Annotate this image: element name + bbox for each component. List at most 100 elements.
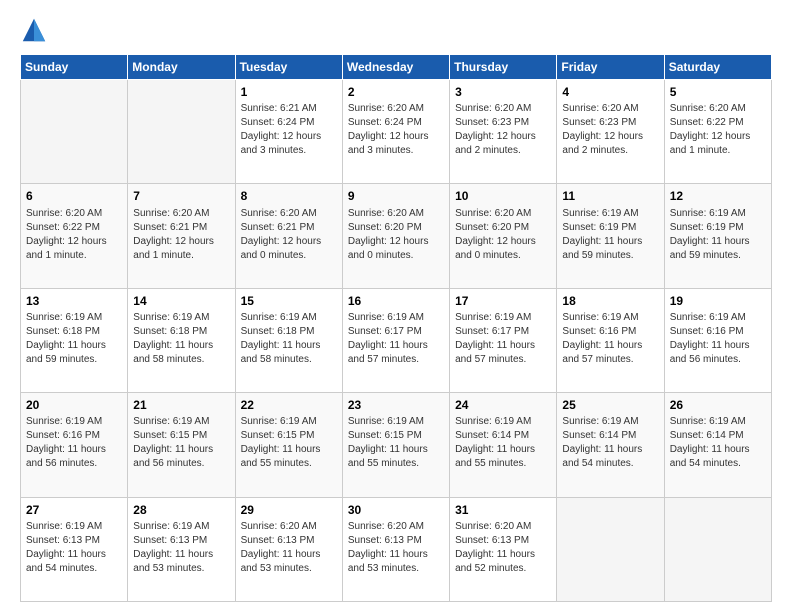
day-number: 6: [26, 188, 122, 204]
calendar-cell: 16 Sunrise: 6:19 AM Sunset: 6:17 PM Dayli…: [342, 288, 449, 392]
day-number: 30: [348, 502, 444, 518]
day-info: Sunrise: 6:20 AM Sunset: 6:13 PM Dayligh…: [455, 520, 551, 576]
calendar-cell: 12 Sunrise: 6:19 AM Sunset: 6:19 PM Dayli…: [664, 184, 771, 288]
calendar-cell: 24Sunrise: 6:19 AM Sunset: 6:14 PM Dayli…: [450, 393, 557, 497]
day-number: 15: [241, 293, 337, 309]
day-info: Sunrise: 6:19 AM Sunset: 6:18 PM Dayligh…: [26, 311, 122, 367]
weekday-header-tuesday: Tuesday: [235, 55, 342, 80]
day-number: 21: [133, 397, 229, 413]
calendar-cell: [557, 497, 664, 601]
calendar-cell: 17 Sunrise: 6:19 AM Sunset: 6:17 PM Dayli…: [450, 288, 557, 392]
calendar-cell: 10Sunrise: 6:20 AM Sunset: 6:20 PM Dayli…: [450, 184, 557, 288]
day-info: Sunrise: 6:21 AM Sunset: 6:24 PM Dayligh…: [241, 102, 337, 158]
weekday-header-saturday: Saturday: [664, 55, 771, 80]
calendar-cell: 28Sunrise: 6:19 AM Sunset: 6:13 PM Dayli…: [128, 497, 235, 601]
day-number: 12: [670, 188, 766, 204]
calendar-cell: [664, 497, 771, 601]
weekday-header-wednesday: Wednesday: [342, 55, 449, 80]
day-info: Sunrise: 6:19 AM Sunset: 6:18 PM Dayligh…: [241, 311, 337, 367]
day-info: Sunrise: 6:20 AM Sunset: 6:21 PM Dayligh…: [241, 207, 337, 263]
calendar-week-row: 6 Sunrise: 6:20 AM Sunset: 6:22 PM Daylig…: [21, 184, 772, 288]
weekday-header-friday: Friday: [557, 55, 664, 80]
day-number: 9: [348, 188, 444, 204]
calendar-cell: 4Sunrise: 6:20 AM Sunset: 6:23 PM Daylig…: [557, 80, 664, 184]
logo-icon: [20, 16, 48, 44]
day-number: 14: [133, 293, 229, 309]
day-number: 23: [348, 397, 444, 413]
weekday-header-thursday: Thursday: [450, 55, 557, 80]
day-info: Sunrise: 6:19 AM Sunset: 6:17 PM Dayligh…: [348, 311, 444, 367]
day-number: 5: [670, 84, 766, 100]
calendar-cell: 6 Sunrise: 6:20 AM Sunset: 6:22 PM Daylig…: [21, 184, 128, 288]
day-info: Sunrise: 6:20 AM Sunset: 6:22 PM Dayligh…: [26, 207, 122, 263]
day-number: 29: [241, 502, 337, 518]
day-info: Sunrise: 6:19 AM Sunset: 6:19 PM Dayligh…: [670, 207, 766, 263]
page: SundayMondayTuesdayWednesdayThursdayFrid…: [0, 0, 792, 612]
day-info: Sunrise: 6:19 AM Sunset: 6:17 PM Dayligh…: [455, 311, 551, 367]
calendar-cell: 23 Sunrise: 6:19 AM Sunset: 6:15 PM Dayli…: [342, 393, 449, 497]
day-number: 7: [133, 188, 229, 204]
day-info: Sunrise: 6:19 AM Sunset: 6:13 PM Dayligh…: [26, 520, 122, 576]
calendar-cell: 30 Sunrise: 6:20 AM Sunset: 6:13 PM Dayli…: [342, 497, 449, 601]
day-number: 26: [670, 397, 766, 413]
day-number: 27: [26, 502, 122, 518]
logo: [20, 16, 52, 44]
calendar-cell: 31 Sunrise: 6:20 AM Sunset: 6:13 PM Dayli…: [450, 497, 557, 601]
day-info: Sunrise: 6:19 AM Sunset: 6:16 PM Dayligh…: [562, 311, 658, 367]
day-info: Sunrise: 6:19 AM Sunset: 6:14 PM Dayligh…: [562, 415, 658, 471]
day-info: Sunrise: 6:20 AM Sunset: 6:21 PM Dayligh…: [133, 207, 229, 263]
day-number: 22: [241, 397, 337, 413]
day-number: 3: [455, 84, 551, 100]
day-number: 2: [348, 84, 444, 100]
calendar-cell: 18 Sunrise: 6:19 AM Sunset: 6:16 PM Dayli…: [557, 288, 664, 392]
calendar-cell: 8Sunrise: 6:20 AM Sunset: 6:21 PM Daylig…: [235, 184, 342, 288]
weekday-header-monday: Monday: [128, 55, 235, 80]
calendar-cell: [21, 80, 128, 184]
day-info: Sunrise: 6:19 AM Sunset: 6:15 PM Dayligh…: [348, 415, 444, 471]
calendar-cell: 2 Sunrise: 6:20 AM Sunset: 6:24 PM Daylig…: [342, 80, 449, 184]
day-info: Sunrise: 6:20 AM Sunset: 6:23 PM Dayligh…: [455, 102, 551, 158]
calendar-cell: 13 Sunrise: 6:19 AM Sunset: 6:18 PM Dayli…: [21, 288, 128, 392]
day-info: Sunrise: 6:20 AM Sunset: 6:24 PM Dayligh…: [348, 102, 444, 158]
day-info: Sunrise: 6:19 AM Sunset: 6:14 PM Dayligh…: [670, 415, 766, 471]
day-number: 25: [562, 397, 658, 413]
day-info: Sunrise: 6:19 AM Sunset: 6:18 PM Dayligh…: [133, 311, 229, 367]
day-info: Sunrise: 6:19 AM Sunset: 6:15 PM Dayligh…: [133, 415, 229, 471]
day-info: Sunrise: 6:20 AM Sunset: 6:20 PM Dayligh…: [348, 207, 444, 263]
day-number: 16: [348, 293, 444, 309]
calendar-cell: 7 Sunrise: 6:20 AM Sunset: 6:21 PM Daylig…: [128, 184, 235, 288]
day-number: 31: [455, 502, 551, 518]
calendar-cell: 14 Sunrise: 6:19 AM Sunset: 6:18 PM Dayli…: [128, 288, 235, 392]
day-info: Sunrise: 6:19 AM Sunset: 6:19 PM Dayligh…: [562, 207, 658, 263]
calendar-week-row: 13 Sunrise: 6:19 AM Sunset: 6:18 PM Dayli…: [21, 288, 772, 392]
calendar-week-row: 27 Sunrise: 6:19 AM Sunset: 6:13 PM Dayli…: [21, 497, 772, 601]
day-number: 28: [133, 502, 229, 518]
calendar-table: SundayMondayTuesdayWednesdayThursdayFrid…: [20, 54, 772, 602]
calendar-cell: 11 Sunrise: 6:19 AM Sunset: 6:19 PM Dayli…: [557, 184, 664, 288]
day-info: Sunrise: 6:19 AM Sunset: 6:16 PM Dayligh…: [670, 311, 766, 367]
calendar-cell: [128, 80, 235, 184]
calendar-cell: 21 Sunrise: 6:19 AM Sunset: 6:15 PM Dayli…: [128, 393, 235, 497]
calendar-cell: 15 Sunrise: 6:19 AM Sunset: 6:18 PM Dayli…: [235, 288, 342, 392]
calendar-cell: 3 Sunrise: 6:20 AM Sunset: 6:23 PM Daylig…: [450, 80, 557, 184]
calendar-cell: 20Sunrise: 6:19 AM Sunset: 6:16 PM Dayli…: [21, 393, 128, 497]
header: [20, 16, 772, 44]
calendar-week-row: 20Sunrise: 6:19 AM Sunset: 6:16 PM Dayli…: [21, 393, 772, 497]
calendar-cell: 26 Sunrise: 6:19 AM Sunset: 6:14 PM Dayli…: [664, 393, 771, 497]
calendar-cell: 29Sunrise: 6:20 AM Sunset: 6:13 PM Dayli…: [235, 497, 342, 601]
day-number: 18: [562, 293, 658, 309]
day-info: Sunrise: 6:19 AM Sunset: 6:15 PM Dayligh…: [241, 415, 337, 471]
day-number: 17: [455, 293, 551, 309]
day-number: 13: [26, 293, 122, 309]
calendar-cell: 9 Sunrise: 6:20 AM Sunset: 6:20 PM Daylig…: [342, 184, 449, 288]
day-info: Sunrise: 6:20 AM Sunset: 6:22 PM Dayligh…: [670, 102, 766, 158]
day-number: 24: [455, 397, 551, 413]
calendar-cell: 22 Sunrise: 6:19 AM Sunset: 6:15 PM Dayli…: [235, 393, 342, 497]
calendar-cell: 25 Sunrise: 6:19 AM Sunset: 6:14 PM Dayli…: [557, 393, 664, 497]
day-info: Sunrise: 6:20 AM Sunset: 6:20 PM Dayligh…: [455, 207, 551, 263]
calendar-cell: 1Sunrise: 6:21 AM Sunset: 6:24 PM Daylig…: [235, 80, 342, 184]
weekday-header-sunday: Sunday: [21, 55, 128, 80]
day-info: Sunrise: 6:20 AM Sunset: 6:13 PM Dayligh…: [348, 520, 444, 576]
day-info: Sunrise: 6:19 AM Sunset: 6:16 PM Dayligh…: [26, 415, 122, 471]
day-number: 11: [562, 188, 658, 204]
